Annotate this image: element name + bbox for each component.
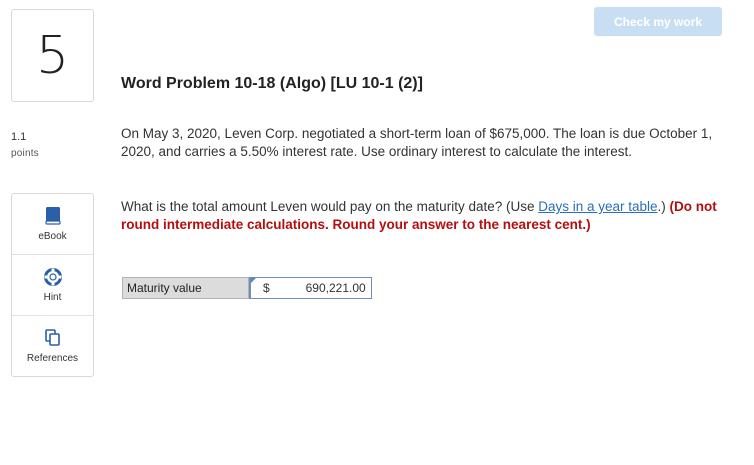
tools-panel: eBook Hint References (11, 193, 94, 377)
maturity-value-input[interactable] (273, 281, 369, 295)
answer-row: Maturity value $ (122, 277, 372, 299)
points-label: points (11, 148, 39, 159)
prompt-text-after: .) (657, 199, 670, 214)
copy-pages-icon (44, 329, 61, 347)
lifebuoy-icon (43, 268, 62, 286)
points-value: 1.1 (11, 131, 27, 143)
problem-title: Word Problem 10-18 (Algo) [LU 10-1 (2)] (121, 75, 423, 92)
references-label: References (26, 353, 79, 364)
ebook-label: eBook (38, 231, 67, 242)
references-button[interactable]: References (12, 316, 93, 376)
currency-symbol: $ (263, 281, 270, 295)
maturity-value-label: Maturity value (122, 277, 249, 299)
hint-button[interactable]: Hint (12, 255, 93, 315)
ebook-button[interactable]: eBook (12, 194, 93, 254)
question-number-box: 5 (11, 9, 94, 102)
question-page: 5 1.1 points eBook Hint References Check… (0, 0, 754, 465)
question-prompt: What is the total amount Leven would pay… (121, 198, 719, 234)
book-icon (44, 207, 61, 225)
problem-text: On May 3, 2020, Leven Corp. negotiated a… (121, 126, 713, 159)
check-my-work-button[interactable]: Check my work (594, 7, 722, 36)
answer-marker (251, 278, 256, 283)
maturity-value-cell: $ (249, 277, 372, 299)
prompt-text: What is the total amount Leven would pay… (121, 199, 539, 214)
days-in-year-table-link[interactable]: Days in a year table (538, 199, 657, 214)
question-number: 5 (35, 25, 70, 86)
hint-label: Hint (43, 292, 62, 303)
